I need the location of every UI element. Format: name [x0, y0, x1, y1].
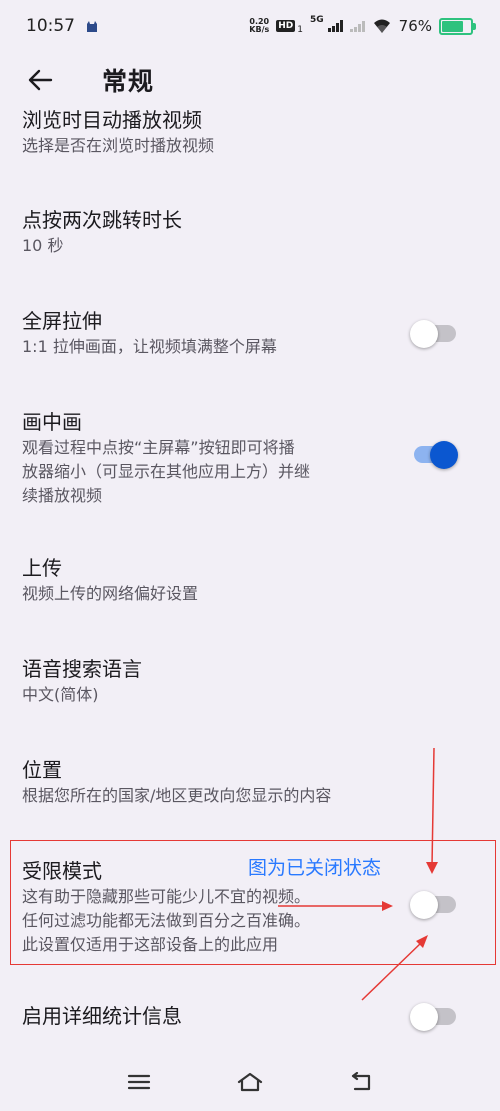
setting-upload[interactable]: 上传 视频上传的网络偏好设置 [22, 554, 462, 606]
setting-location[interactable]: 位置 根据您所在的国家/地区更改向您显示的内容 [22, 756, 462, 808]
setting-subtitle-line: 放器缩小（可显示在其他应用上方）并继 [22, 462, 311, 481]
setting-title: 上传 [22, 556, 62, 580]
setting-title: 全屏拉伸 [22, 309, 102, 333]
nav-home-button[interactable] [228, 1062, 272, 1102]
setting-title: 启用详细统计信息 [22, 1004, 182, 1028]
status-time: 10:57 [26, 16, 75, 36]
back-button[interactable] [0, 52, 80, 108]
nav-back-button[interactable] [339, 1062, 383, 1102]
battery-icon [439, 17, 476, 35]
setting-subtitle: 1:1 拉伸画面，让视频填满整个屏幕 [22, 337, 277, 356]
status-right: 0.20 KB/s HD 1 5G 76% [249, 15, 476, 35]
menu-icon [127, 1074, 151, 1090]
notification-app-icon [87, 21, 97, 32]
home-icon [237, 1072, 263, 1092]
battery-percent: 76% [398, 17, 432, 35]
network-speed-unit: KB/s [249, 25, 270, 34]
setting-subtitle: 选择是否在浏览时播放视频 [22, 136, 215, 155]
battery-fill [442, 20, 464, 32]
navigation-bar [0, 1050, 500, 1111]
setting-title: 点按两次跳转时长 [22, 208, 182, 232]
setting-subtitle: 中文(简体) [22, 685, 99, 704]
setting-title: 位置 [22, 758, 62, 782]
sim-slot-label: 1 [297, 25, 303, 35]
setting-subtitle: 根据您所在的国家/地区更改向您显示的内容 [22, 786, 332, 805]
setting-subtitle-line: 观看过程中点按“主屏幕”按钮即可将播 [22, 438, 295, 457]
setting-autoplay[interactable]: 浏览时目动播放视频 选择是否在浏览时播放视频 [22, 106, 462, 158]
app-bar: 常规 [0, 52, 500, 108]
detailed-stats-switch[interactable] [410, 1003, 458, 1031]
setting-double-tap-seek[interactable]: 点按两次跳转时长 10 秒 [22, 206, 462, 258]
arrow-left-icon [28, 69, 53, 91]
signal-strength-icon [327, 20, 343, 32]
setting-title: 浏览时目动播放视频 [22, 108, 202, 132]
network-gen-label: 5G [310, 15, 324, 25]
screen: 10:57 0.20 KB/s HD 1 5G 76% 常规 浏览时目动播放视频… [0, 0, 500, 1111]
nav-menu-button[interactable] [117, 1062, 161, 1102]
fullscreen-stretch-switch[interactable] [410, 320, 458, 348]
network-speed: 0.20 KB/s [249, 18, 269, 34]
annotation-note: 图为已关闭状态 [248, 857, 382, 879]
setting-subtitle-line: 续播放视频 [22, 486, 103, 505]
setting-picture-in-picture[interactable]: 画中画 观看过程中点按“主屏幕”按钮即可将播 放器缩小（可显示在其他应用上方）并… [22, 408, 462, 508]
setting-subtitle: 视频上传的网络偏好设置 [22, 584, 199, 603]
wifi-icon [373, 19, 390, 33]
status-bar: 10:57 0.20 KB/s HD 1 5G 76% [0, 0, 500, 52]
picture-in-picture-switch[interactable] [410, 441, 458, 469]
back-return-icon [351, 1072, 371, 1091]
page-title: 常规 [102, 67, 155, 96]
setting-voice-search-language[interactable]: 语音搜索语言 中文(简体) [22, 655, 462, 707]
setting-title: 画中画 [22, 410, 82, 434]
setting-detailed-stats[interactable]: 启用详细统计信息 [22, 1002, 462, 1030]
status-left: 10:57 [26, 16, 99, 36]
hd-badge: HD [276, 20, 296, 32]
setting-title: 语音搜索语言 [22, 657, 142, 681]
setting-fullscreen-stretch[interactable]: 全屏拉伸 1:1 拉伸画面，让视频填满整个屏幕 [22, 307, 462, 359]
setting-subtitle: 10 秒 [22, 236, 64, 255]
signal-strength-sim2-icon [349, 20, 365, 32]
